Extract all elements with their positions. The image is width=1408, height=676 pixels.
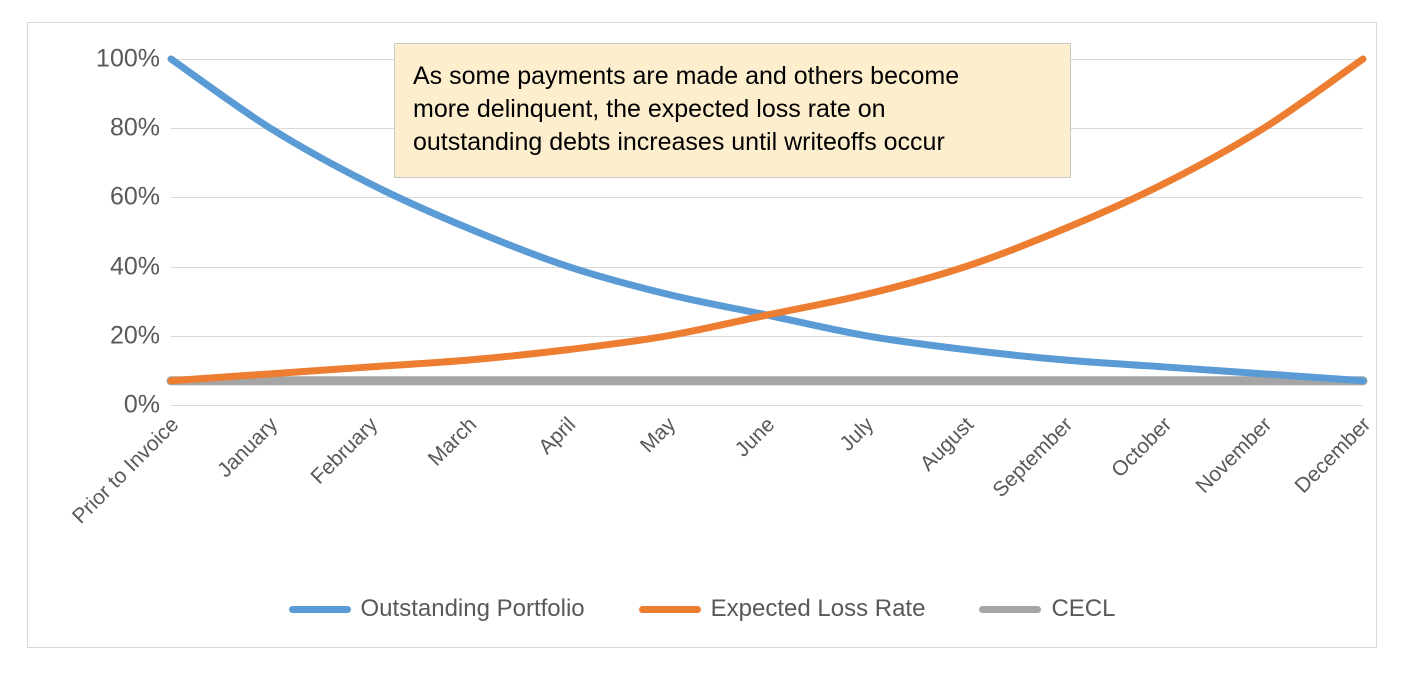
annotation-line: As some payments are made and others bec… (413, 62, 960, 90)
y-axis-tick-label: 100% (96, 44, 160, 73)
y-axis-tick-label: 20% (109, 321, 160, 350)
y-axis-tick-label: 0% (123, 390, 160, 419)
legend-line-icon (638, 605, 701, 613)
y-axis-tick-label: 40% (109, 252, 160, 281)
annotation-line: more delinquent, the expected loss rate … (413, 95, 886, 123)
y-axis-tick-label: 80% (109, 113, 160, 142)
legend-label: CECL (1051, 595, 1116, 622)
legend-item-expected-loss-rate[interactable]: Expected Loss Rate (638, 595, 926, 623)
chart-legend: Outstanding Portfolio Expected Loss Rate… (28, 595, 1376, 623)
annotation-callout: As some payments are made and others bec… (394, 43, 1071, 178)
gridline (171, 405, 1363, 406)
legend-label: Expected Loss Rate (710, 595, 926, 622)
legend-item-outstanding-portfolio[interactable]: Outstanding Portfolio (288, 595, 585, 623)
legend-line-icon (979, 605, 1042, 613)
annotation-line: outstanding debts increases until writeo… (413, 128, 945, 156)
y-axis: 0% 20% 40% 60% 80% 100% (28, 46, 160, 417)
x-axis: Prior to Invoice January February March Apri… (68, 413, 1375, 583)
legend-line-icon (288, 605, 351, 613)
y-axis-tick-label: 60% (109, 182, 160, 211)
legend-item-cecl[interactable]: CECL (979, 595, 1115, 623)
legend-label: Outstanding Portfolio (360, 595, 585, 622)
chart-container: 0% 20% 40% 60% 80% 100% Prior to Invoice Janua… (27, 22, 1377, 648)
